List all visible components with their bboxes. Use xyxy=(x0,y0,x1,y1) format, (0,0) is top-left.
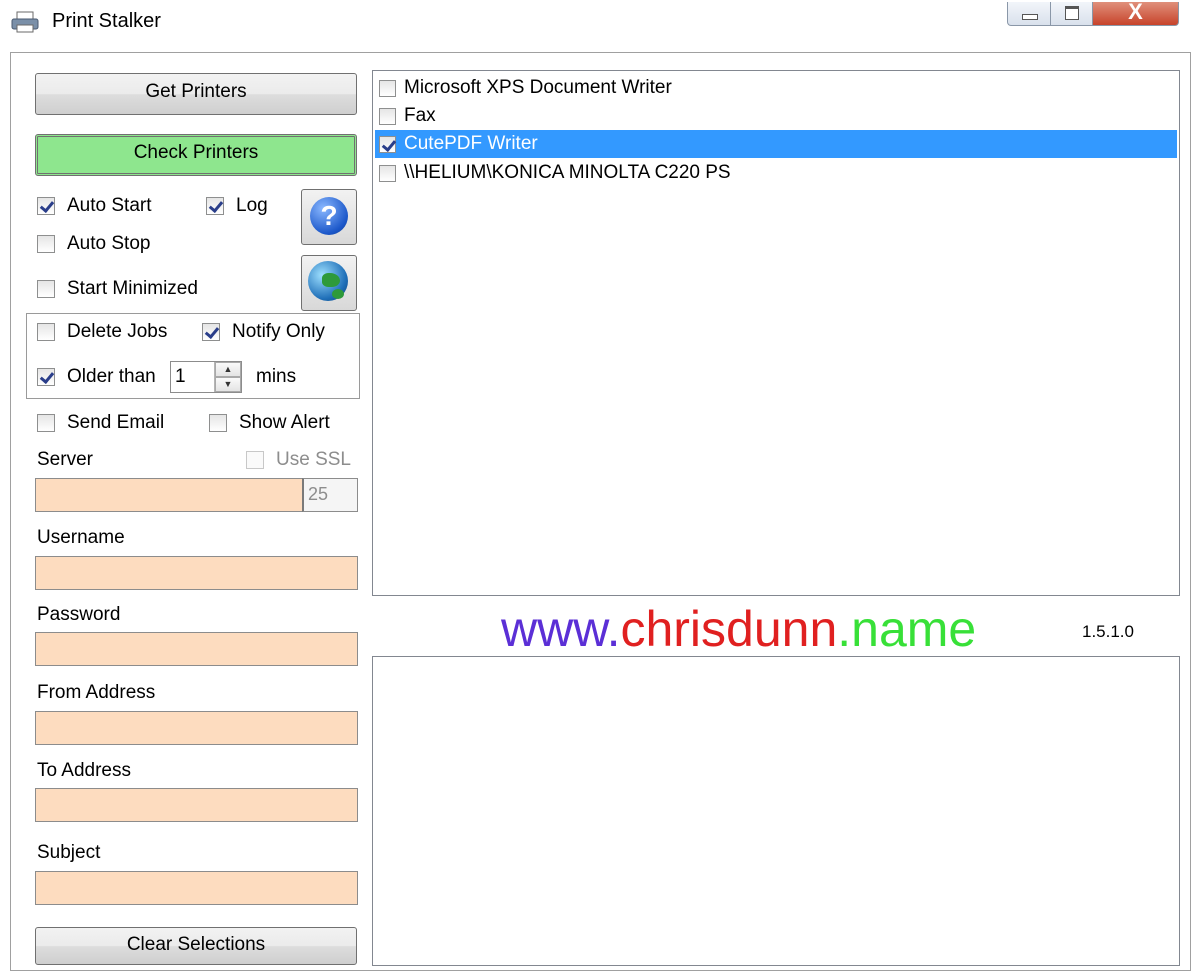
maximize-button[interactable] xyxy=(1051,2,1093,26)
website-link[interactable]: www.chrisdunn.name xyxy=(501,600,976,658)
show-alert-checkbox[interactable]: Show Alert xyxy=(209,412,330,434)
printer-check[interactable] xyxy=(379,107,396,125)
password-label: Password xyxy=(37,604,121,625)
auto-stop-label: Auto Stop xyxy=(67,233,151,254)
globe-icon xyxy=(308,261,348,301)
version-label: 1.5.1.0 xyxy=(1082,622,1134,641)
use-ssl-check[interactable] xyxy=(246,451,264,469)
printer-name: Fax xyxy=(404,105,436,126)
log-label: Log xyxy=(236,195,268,216)
subject-label: Subject xyxy=(37,842,101,863)
website-link-part-domain: chrisdunn xyxy=(620,601,838,657)
minimize-button[interactable] xyxy=(1007,2,1051,26)
older-than-checkbox[interactable]: Older than xyxy=(37,366,156,388)
send-email-check[interactable] xyxy=(37,414,55,432)
minutes-value[interactable]: 1 xyxy=(175,366,186,388)
delete-jobs-label: Delete Jobs xyxy=(67,321,168,342)
port-value: 25 xyxy=(308,484,329,504)
printer-name: CutePDF Writer xyxy=(404,133,538,154)
auto-start-label: Auto Start xyxy=(67,195,152,216)
printer-check[interactable] xyxy=(379,164,396,182)
printer-list-item[interactable]: \\HELIUM\KONICA MINOLTA C220 PS xyxy=(375,159,1177,187)
password-input[interactable] xyxy=(35,632,358,666)
get-printers-button[interactable]: Get Printers xyxy=(35,73,357,115)
help-icon: ? xyxy=(310,197,348,235)
older-than-minutes-stepper[interactable]: 1 ▲ ▼ xyxy=(170,361,242,393)
close-icon: X xyxy=(1128,0,1143,24)
from-address-label: From Address xyxy=(37,682,156,703)
printer-name: \\HELIUM\KONICA MINOLTA C220 PS xyxy=(404,162,731,183)
stepper-down-icon[interactable]: ▼ xyxy=(215,377,241,392)
server-input[interactable] xyxy=(35,478,303,512)
title-bar: Print Stalker X xyxy=(0,0,1201,44)
website-button[interactable] xyxy=(301,255,357,311)
log-check[interactable] xyxy=(206,197,224,215)
printer-list-item[interactable]: CutePDF Writer xyxy=(375,130,1177,158)
start-minimized-label: Start Minimized xyxy=(67,278,198,299)
printer-list-item[interactable]: Microsoft XPS Document Writer xyxy=(375,74,1177,102)
subject-input[interactable] xyxy=(35,871,358,905)
check-printers-button[interactable]: Check Printers xyxy=(35,134,357,176)
printer-list-item[interactable]: Fax xyxy=(375,102,1177,130)
auto-start-checkbox[interactable]: Auto Start xyxy=(37,195,152,217)
printer-icon xyxy=(10,10,40,34)
delete-jobs-check[interactable] xyxy=(37,323,55,341)
stepper-up-icon[interactable]: ▲ xyxy=(215,362,241,377)
log-checkbox[interactable]: Log xyxy=(206,195,268,217)
window-title: Print Stalker xyxy=(52,10,161,32)
show-alert-label: Show Alert xyxy=(239,412,330,433)
website-link-part-www: www. xyxy=(501,601,621,657)
auto-start-check[interactable] xyxy=(37,197,55,215)
clear-selections-button[interactable]: Clear Selections xyxy=(35,927,357,965)
notify-only-checkbox[interactable]: Notify Only xyxy=(202,321,325,343)
log-output[interactable] xyxy=(372,656,1180,966)
username-input[interactable] xyxy=(35,556,358,590)
printer-name: Microsoft XPS Document Writer xyxy=(404,77,672,98)
help-button[interactable]: ? xyxy=(301,189,357,245)
server-label: Server xyxy=(37,449,93,470)
website-link-part-tld: .name xyxy=(837,601,977,657)
printer-check[interactable] xyxy=(379,79,396,97)
printer-check[interactable] xyxy=(379,135,396,153)
start-minimized-check[interactable] xyxy=(37,280,55,298)
auto-stop-check[interactable] xyxy=(37,235,55,253)
username-label: Username xyxy=(37,527,125,548)
delete-jobs-checkbox[interactable]: Delete Jobs xyxy=(37,321,167,343)
send-email-label: Send Email xyxy=(67,412,165,433)
send-email-checkbox[interactable]: Send Email xyxy=(37,412,164,434)
notify-only-label: Notify Only xyxy=(232,321,325,342)
to-address-input[interactable] xyxy=(35,788,358,822)
start-minimized-checkbox[interactable]: Start Minimized xyxy=(37,278,198,300)
show-alert-check[interactable] xyxy=(209,414,227,432)
from-address-input[interactable] xyxy=(35,711,358,745)
close-button[interactable]: X xyxy=(1093,0,1179,26)
older-than-label: Older than xyxy=(67,366,156,387)
older-than-check[interactable] xyxy=(37,368,55,386)
notify-only-check[interactable] xyxy=(202,323,220,341)
auto-stop-checkbox[interactable]: Auto Stop xyxy=(37,233,150,255)
to-address-label: To Address xyxy=(37,760,131,781)
printer-list[interactable]: Microsoft XPS Document Writer Fax CutePD… xyxy=(372,70,1180,596)
use-ssl-checkbox[interactable]: Use SSL xyxy=(246,449,351,471)
mins-label: mins xyxy=(256,366,297,387)
port-input[interactable]: 25 xyxy=(302,478,358,512)
use-ssl-label: Use SSL xyxy=(276,449,351,470)
